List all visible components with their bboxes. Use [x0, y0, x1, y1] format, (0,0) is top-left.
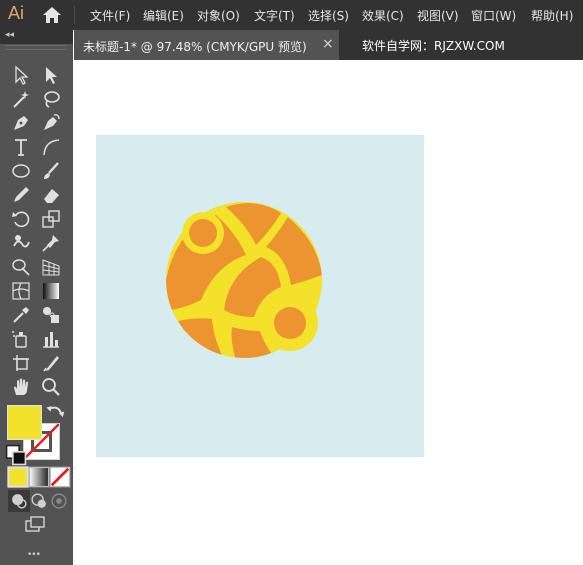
column-graph-tool-icon[interactable] — [40, 328, 62, 350]
menu-help[interactable]: 帮助(H) — [531, 7, 573, 24]
menu-window[interactable]: 窗口(W) — [471, 7, 516, 24]
fill-color-swatch[interactable] — [7, 405, 42, 440]
default-colors-icon[interactable] — [5, 444, 27, 466]
none-mode-icon[interactable] — [49, 466, 71, 488]
warp-tool-icon[interactable] — [10, 232, 32, 254]
draw-inside-icon[interactable] — [48, 490, 67, 509]
app-logo: Ai — [8, 3, 25, 23]
slice-tool-icon[interactable] — [40, 352, 62, 374]
menu-edit[interactable]: 编辑(E) — [143, 7, 184, 24]
curvature-tool-icon[interactable] — [40, 112, 62, 134]
shape-builder-tool-icon[interactable] — [10, 256, 32, 278]
more-tools-icon[interactable]: ••• — [27, 550, 41, 560]
moon-right — [274, 307, 306, 339]
collapse-icon[interactable]: ◂◂ — [5, 30, 14, 40]
selection-tool-icon[interactable] — [10, 64, 32, 86]
menu-effect[interactable]: 效果(C) — [362, 7, 404, 24]
hand-tool-icon[interactable] — [10, 376, 32, 398]
scale-tool-icon[interactable] — [40, 208, 62, 230]
canvas[interactable] — [74, 60, 583, 565]
tools-panel-header: ◂◂ — [0, 30, 73, 44]
close-icon[interactable]: × — [322, 36, 334, 52]
mesh-tool-icon[interactable] — [10, 280, 32, 302]
document-tab-title: 未标题-1* @ 97.48% (CMYK/GPU 预览) — [83, 40, 307, 54]
watermark-text: 软件自学网：RJZXW.COM — [362, 39, 505, 53]
pencil-tool-icon[interactable] — [10, 184, 32, 206]
menu-object[interactable]: 对象(O) — [197, 7, 240, 24]
document-tab[interactable]: 未标题-1* @ 97.48% (CMYK/GPU 预览) × — [74, 30, 339, 60]
draw-normal-icon[interactable] — [8, 490, 30, 512]
moon-left — [189, 219, 217, 247]
gradient-mode-icon[interactable] — [28, 466, 50, 488]
symbol-sprayer-tool-icon[interactable] — [10, 328, 32, 350]
ellipse-tool-icon[interactable] — [10, 160, 32, 182]
swap-fill-stroke-icon[interactable] — [45, 402, 65, 418]
zoom-tool-icon[interactable] — [40, 376, 62, 398]
type-tool-icon[interactable] — [10, 136, 32, 158]
pen-tool-icon[interactable] — [10, 112, 32, 134]
blend-tool-icon[interactable] — [40, 304, 62, 326]
color-mode-icon[interactable] — [7, 466, 29, 488]
rotate-tool-icon[interactable] — [10, 208, 32, 230]
artboard-tool-icon[interactable] — [10, 352, 32, 374]
lasso-tool-icon[interactable] — [40, 88, 62, 110]
eyedropper-tool-icon[interactable] — [10, 304, 32, 326]
magic-wand-tool-icon[interactable] — [10, 88, 32, 110]
menu-divider — [74, 6, 75, 24]
arc-tool-icon[interactable] — [40, 136, 62, 158]
puppet-warp-tool-icon[interactable] — [40, 232, 62, 254]
menu-select[interactable]: 选择(S) — [308, 7, 349, 24]
artboard[interactable] — [96, 135, 424, 457]
gradient-tool-icon[interactable] — [40, 280, 62, 302]
eraser-tool-icon[interactable] — [40, 184, 62, 206]
tools-panel: ◂◂ ••• — [0, 30, 73, 565]
menu-file[interactable]: 文件(F) — [90, 7, 130, 24]
panel-grip[interactable] — [5, 45, 67, 50]
menu-type[interactable]: 文字(T) — [254, 7, 295, 24]
document-tab-bar: 未标题-1* @ 97.48% (CMYK/GPU 预览) × 软件自学网：RJ… — [74, 30, 583, 60]
draw-behind-icon[interactable] — [28, 490, 46, 508]
planet-illustration[interactable] — [96, 135, 424, 457]
direct-selection-tool-icon[interactable] — [40, 64, 62, 86]
perspective-grid-tool-icon[interactable] — [40, 256, 62, 278]
paintbrush-tool-icon[interactable] — [40, 160, 62, 182]
screen-mode-icon[interactable] — [24, 514, 46, 536]
home-icon[interactable] — [41, 6, 63, 24]
menu-bar: Ai 文件(F) 编辑(E) 对象(O) 文字(T) 选择(S) 效果(C) 视… — [0, 0, 583, 30]
menu-view[interactable]: 视图(V) — [417, 7, 459, 24]
